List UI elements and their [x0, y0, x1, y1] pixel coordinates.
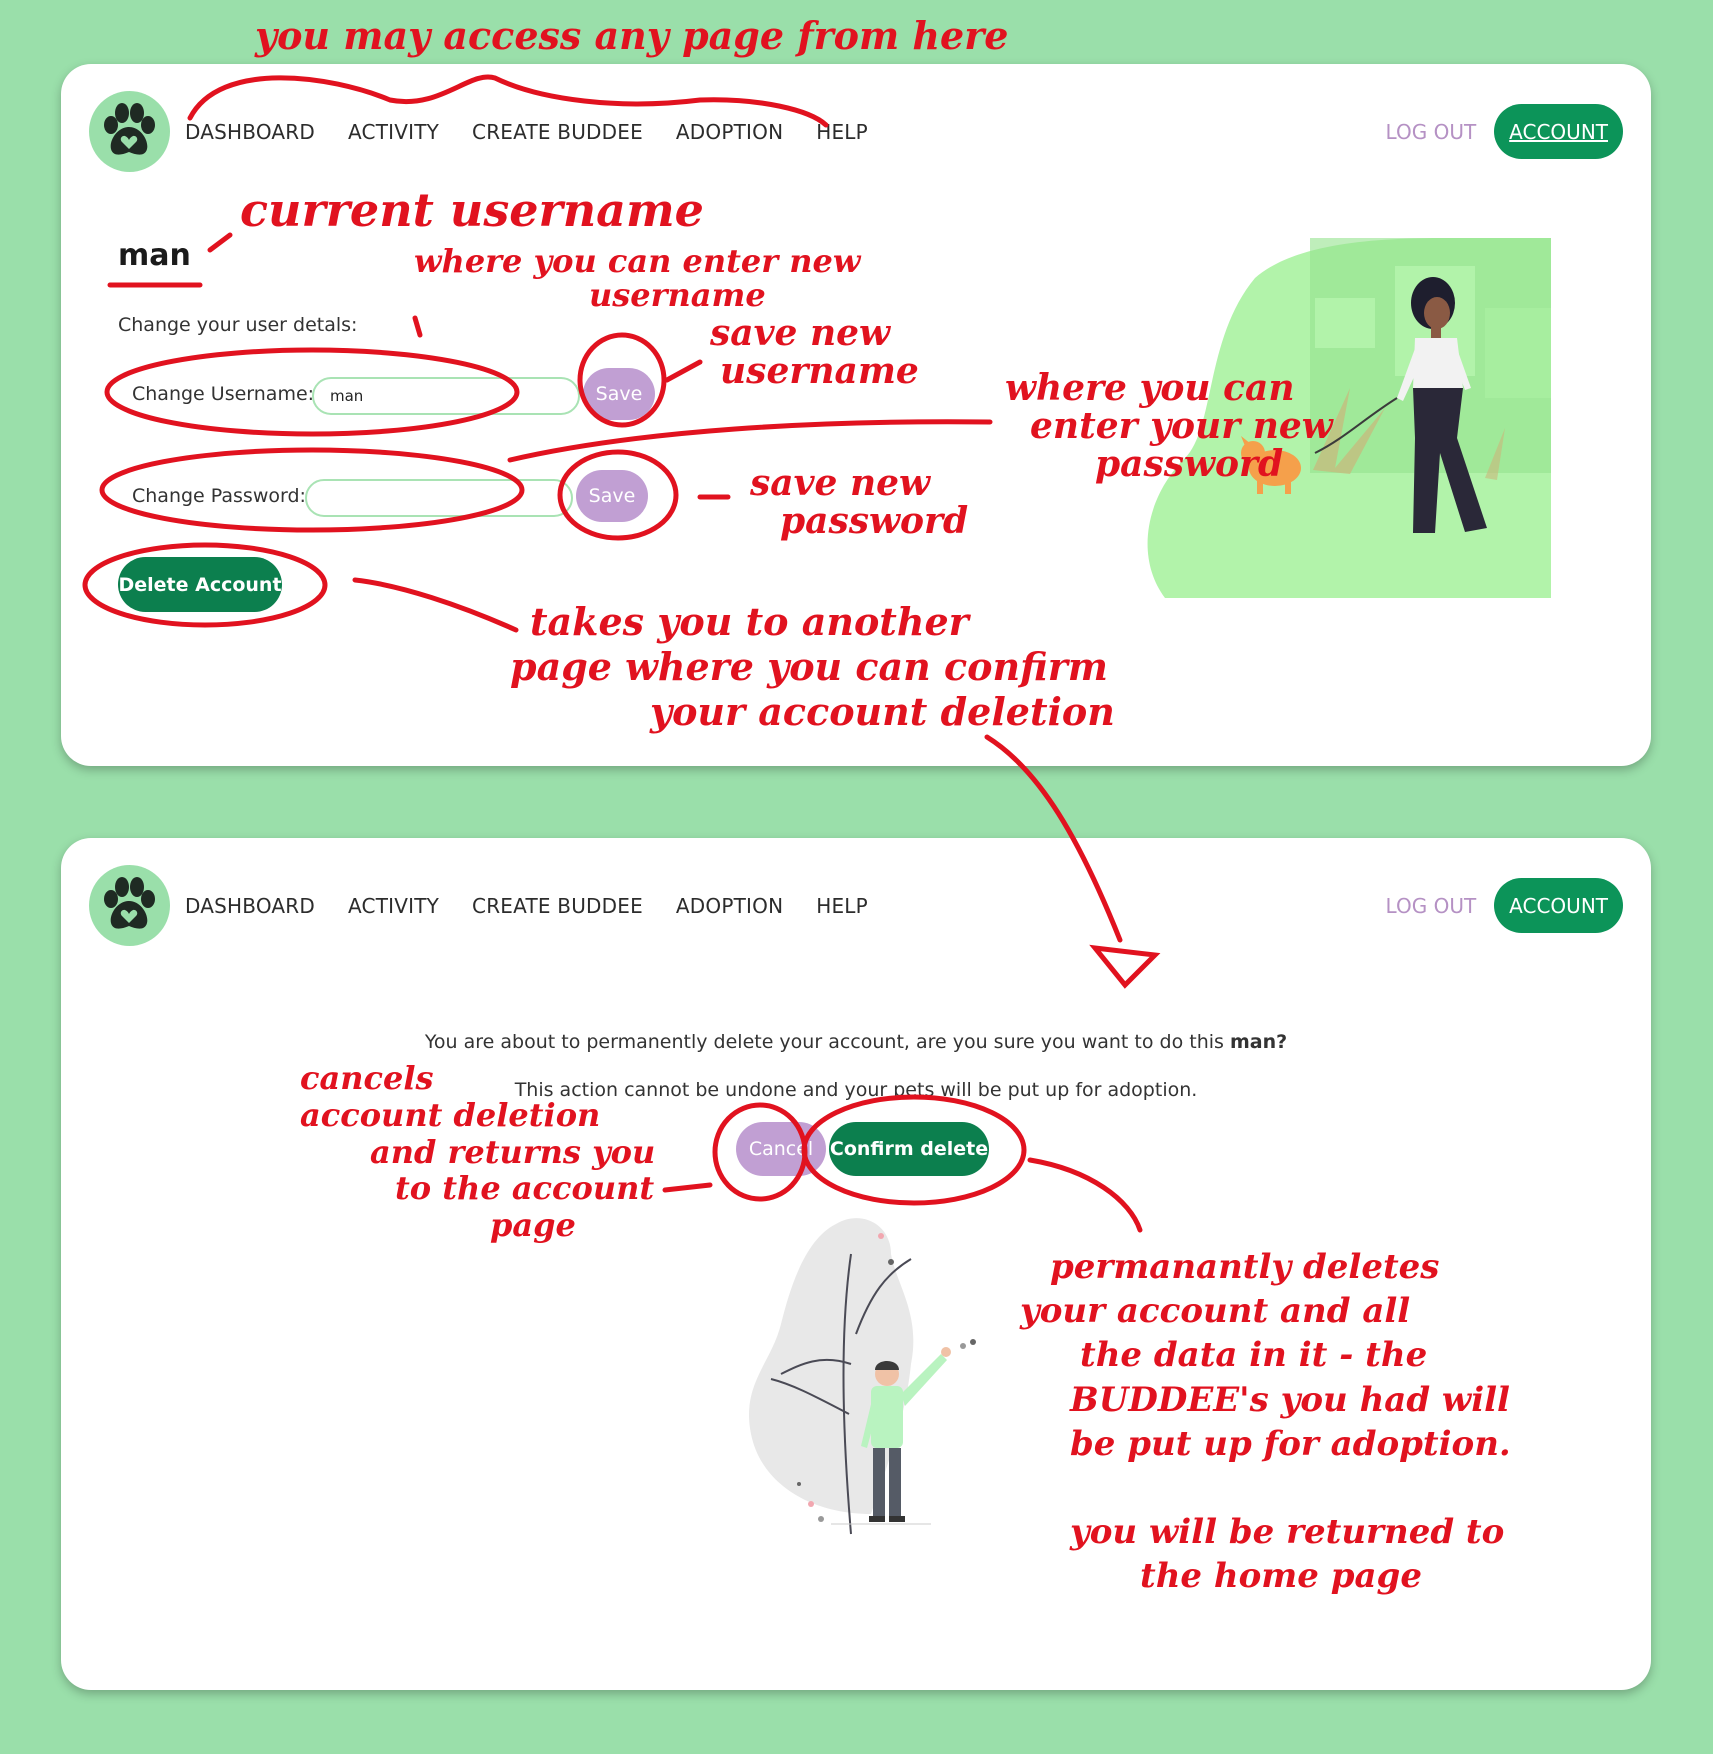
annotation-confirm-delete: permanantly deletes your account and all t…: [1020, 1247, 1511, 1597]
annotation-enter-password: where you can enter your new password: [1005, 367, 1333, 485]
annotation-save-password: save new password: [750, 462, 969, 542]
annotation-nav: you may access any page from here: [255, 13, 1009, 58]
annotation-save-username: save new username: [710, 312, 919, 392]
annotation-delete-account: takes you to another page where you can c…: [510, 599, 1115, 734]
annotation-cancel: cancels account deletion and returns you to…: [300, 1059, 656, 1245]
annotation-current-username: current username: [240, 183, 704, 237]
annotation-enter-username: where you can enter new username: [414, 242, 861, 314]
